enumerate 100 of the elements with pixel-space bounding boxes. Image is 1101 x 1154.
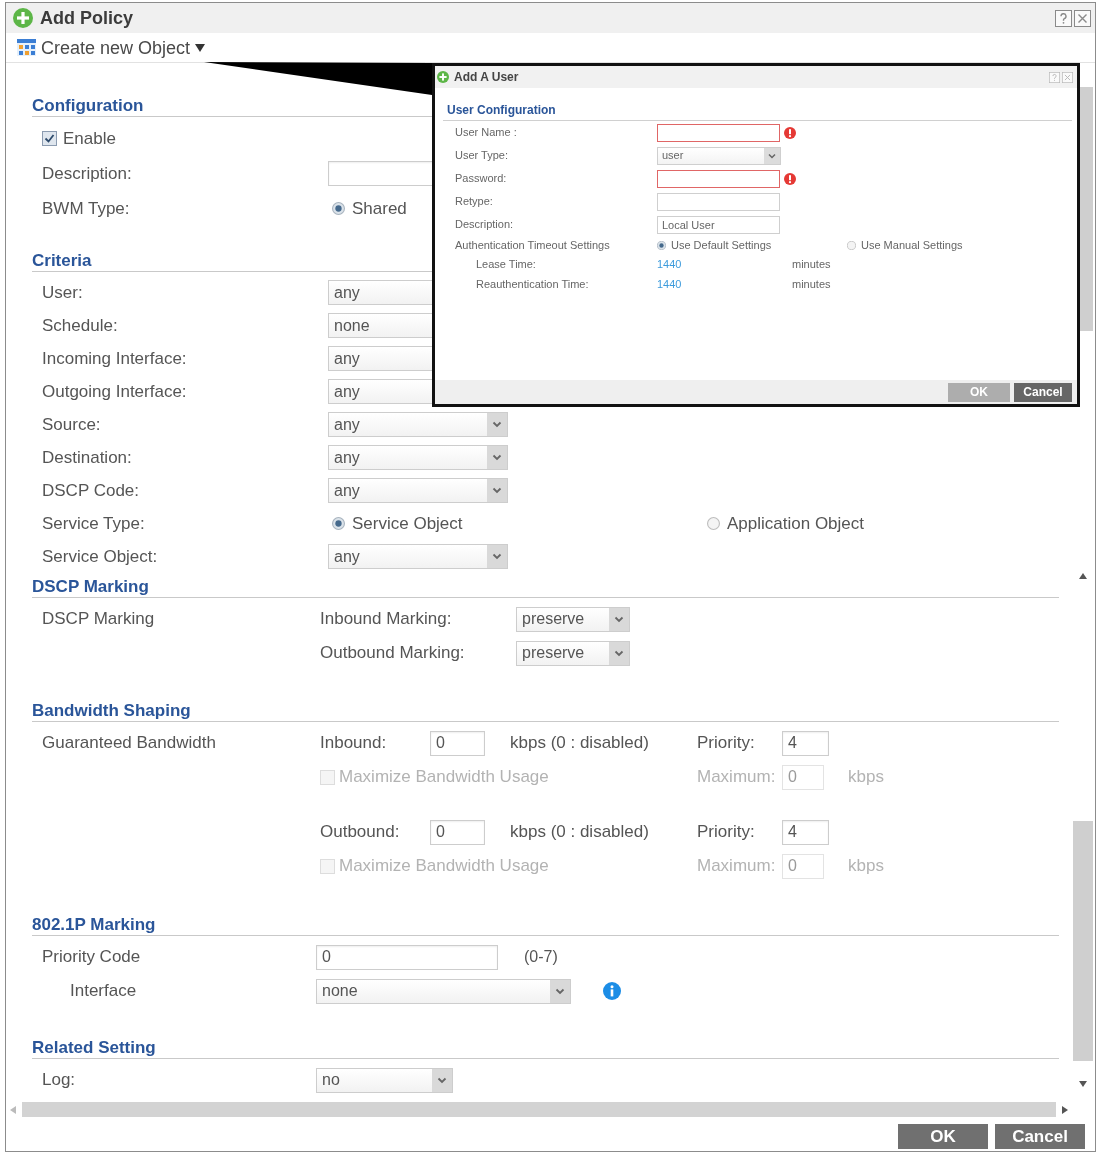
text-field[interactable] [657, 192, 780, 211]
radio-label: Application Object [727, 512, 865, 535]
field-label: Priority: [697, 732, 755, 755]
scrollbar-thumb[interactable] [1073, 821, 1093, 1061]
chevron-down-icon [432, 1068, 452, 1092]
unit-text: kbps [848, 855, 884, 878]
dropdown-field[interactable]: preserve [516, 606, 630, 632]
value-text: 1440 [657, 276, 682, 292]
field-label: Maximum: [697, 855, 776, 878]
scroll-right-icon[interactable] [1062, 1105, 1068, 1114]
field-label: Maximum: [697, 766, 776, 789]
close-icon[interactable] [1074, 9, 1091, 27]
checkbox-label: Maximize Bandwidth Usage [339, 766, 549, 789]
field-label: Destination: [42, 446, 132, 469]
field-label: User Name : [455, 125, 518, 141]
dialog-button[interactable]: Cancel [1014, 382, 1072, 402]
exclamation-icon [784, 172, 796, 185]
section-heading: User Configuration [443, 101, 1072, 121]
text-field[interactable] [657, 169, 780, 188]
field-label: Service Object: [42, 545, 158, 568]
section-heading: DSCP Marking [32, 576, 1059, 598]
radio-button[interactable] [332, 517, 345, 530]
chevron-down-icon [609, 607, 629, 631]
dropdown-field[interactable]: any [328, 412, 508, 437]
dialog-button[interactable]: Cancel [995, 1124, 1085, 1149]
section-heading: 802.1P Marking [32, 914, 1059, 936]
plus-icon [437, 71, 449, 83]
field-label: Source: [42, 413, 101, 436]
field-label: Interface [70, 980, 137, 1003]
radio-button[interactable] [847, 240, 856, 250]
plus-icon [13, 8, 33, 28]
dropdown-field[interactable]: any [328, 544, 508, 569]
field-label: Inbound Marking: [320, 608, 452, 631]
unit-text: kbps (0 : disabled) [510, 732, 649, 755]
checkbox[interactable] [42, 131, 57, 146]
dropdown-field[interactable]: no [316, 1067, 453, 1093]
field-label: Schedule: [42, 314, 118, 337]
hint-text: (0-7) [524, 947, 558, 967]
dialog-button[interactable]: OK [898, 1124, 988, 1149]
field-label: Retype: [455, 194, 494, 210]
radio-label: Use Manual Settings [861, 237, 963, 253]
section-heading: Bandwidth Shaping [32, 700, 1059, 722]
chevron-down-icon [550, 979, 570, 1003]
close-icon[interactable] [1062, 71, 1073, 83]
field-label: User Type: [455, 148, 509, 164]
window-title: Add Policy [40, 6, 133, 30]
field-label: Incoming Interface: [42, 347, 187, 370]
radio-label: Shared [352, 197, 407, 220]
field-label: Priority Code [42, 946, 141, 969]
field-label: Description: [42, 162, 132, 185]
text-field[interactable]: 4 [782, 730, 829, 756]
scroll-left-icon[interactable] [10, 1105, 16, 1114]
checkbox-label: Enable [63, 127, 116, 150]
table-icon [17, 39, 36, 56]
help-icon[interactable] [1055, 9, 1072, 27]
value-text: 1440 [657, 256, 682, 272]
chevron-down-icon [487, 413, 507, 436]
field-label: Guaranteed Bandwidth [42, 732, 216, 754]
unit-text: kbps [848, 766, 884, 789]
radio-button[interactable] [657, 240, 666, 250]
unit-text: kbps (0 : disabled) [510, 821, 649, 844]
unit-text: minutes [792, 256, 831, 272]
scrollbar-thumb[interactable] [22, 1102, 1056, 1117]
dropdown-field[interactable]: preserve [516, 640, 630, 666]
chevron-down-icon [764, 147, 780, 164]
dropdown-field[interactable]: any [328, 478, 508, 503]
dialog-title: Add A User [454, 69, 519, 86]
chevron-down-icon [487, 446, 507, 469]
text-field[interactable]: 4 [782, 819, 829, 845]
scroll-down-icon[interactable] [1079, 1081, 1087, 1087]
field-label: Password: [455, 171, 508, 187]
dropdown-field[interactable]: user [657, 146, 781, 165]
chevron-down-icon [487, 545, 507, 568]
radio-label: Use Default Settings [671, 237, 772, 253]
text-field[interactable]: 0 [316, 944, 498, 970]
dropdown-field[interactable]: any [328, 445, 508, 470]
checkbox-label: Maximize Bandwidth Usage [339, 855, 549, 878]
field-label: Service Type: [42, 512, 145, 535]
scroll-up-icon[interactable] [1079, 573, 1087, 579]
dropdown-field[interactable]: none [316, 978, 571, 1004]
dropdown-button[interactable]: Create new Object [17, 38, 206, 57]
text-field[interactable]: 0 [430, 819, 485, 845]
text-field[interactable] [657, 123, 780, 142]
text-field[interactable]: Local User [657, 215, 780, 234]
field-label: Log: [42, 1069, 76, 1092]
field-label: Outbound Marking: [320, 642, 465, 665]
field-label: User: [42, 281, 83, 304]
field-label: Description: [455, 217, 515, 233]
exclamation-icon [784, 126, 796, 139]
section-heading: Related Setting [32, 1037, 1059, 1059]
radio-button[interactable] [707, 517, 720, 530]
text-field[interactable]: 0 [430, 730, 485, 756]
caret-icon [195, 43, 206, 52]
radio-button[interactable] [332, 202, 345, 215]
info-icon[interactable] [603, 982, 621, 1000]
help-icon[interactable] [1049, 71, 1060, 83]
chevron-down-icon [487, 479, 507, 502]
chevron-down-icon [609, 641, 629, 665]
field-label: Lease Time: [476, 256, 536, 272]
field-label: Priority: [697, 821, 755, 844]
